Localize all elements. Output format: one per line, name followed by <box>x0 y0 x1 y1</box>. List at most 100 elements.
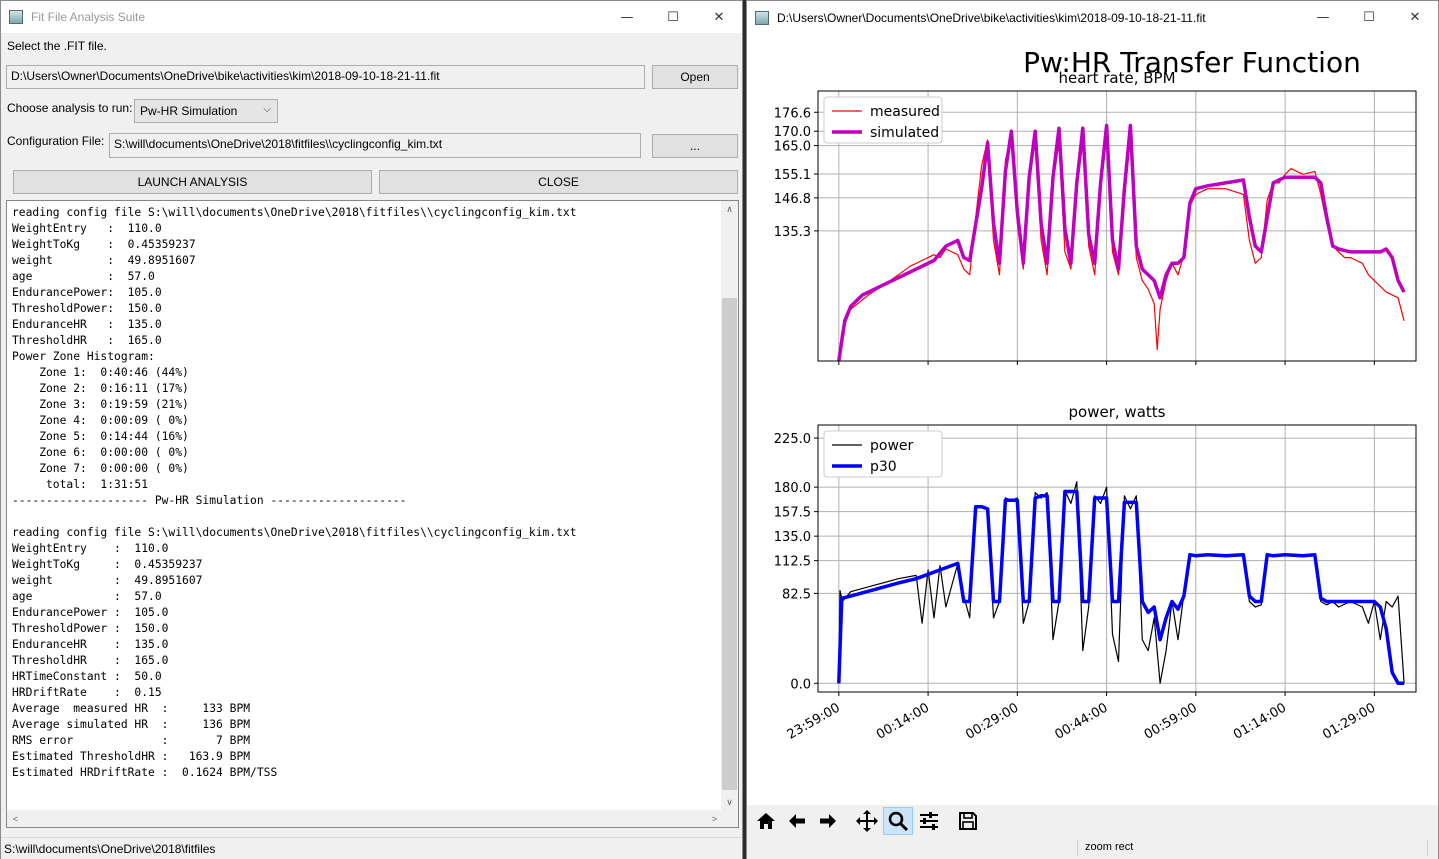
left-window-title: Fit File Analysis Suite <box>31 10 146 24</box>
x-tick-label: 01:29:00 <box>1320 700 1378 742</box>
plot-window: D:\Users\Owner\Documents\OneDrive\bike\a… <box>746 0 1439 859</box>
log-line: weight : 49.8951607 <box>12 254 196 267</box>
log-line: Average measured HR : 133 BPM <box>12 702 251 715</box>
log-line: weight : 49.8951607 <box>12 574 203 587</box>
y-tick-label: 165.0 <box>774 140 811 155</box>
y-tick-label: 135.0 <box>774 530 811 545</box>
log-line: HRTimeConstant : 50.0 <box>12 670 162 683</box>
log-line: WeightToKg : 0.45359237 <box>12 238 196 251</box>
figure-icon <box>755 11 769 25</box>
log-line: RMS error : 7 BPM <box>12 734 251 747</box>
axes-title: heart rate, BPM <box>1058 69 1175 87</box>
status-message: zoom rect <box>1085 841 1134 853</box>
y-tick-label: 82.5 <box>782 587 811 602</box>
log-horizontal-scrollbar[interactable]: < > <box>7 810 723 827</box>
minimize-icon[interactable]: — <box>1300 1 1346 33</box>
pw-hr-figure: Pw:HR Transfer Function135.3146.8155.116… <box>774 46 1417 743</box>
y-tick-label: 155.1 <box>774 168 811 183</box>
select-fit-label: Select the .FIT file. <box>7 39 107 53</box>
y-tick-label: 176.6 <box>774 106 811 121</box>
log-line: ThresholdPower: 150.0 <box>12 302 162 315</box>
legend-label: p30 <box>870 459 897 475</box>
y-tick-label: 112.5 <box>774 555 811 570</box>
log-line: Zone 5: 0:14:44 (16%) <box>12 430 189 443</box>
x-tick-label: 00:44:00 <box>1053 700 1111 742</box>
log-line: ThresholdHR : 165.0 <box>12 654 169 667</box>
navigation-toolbar <box>747 805 1438 837</box>
log-line: Zone 2: 0:16:11 (17%) <box>12 382 189 395</box>
x-tick-label: 01:14:00 <box>1231 700 1289 742</box>
log-line: Zone 7: 0:00:00 ( 0%) <box>12 462 189 475</box>
log-line: WeightEntry : 110.0 <box>12 222 162 235</box>
log-line: WeightToKg : 0.45359237 <box>12 558 203 571</box>
zoom-icon[interactable] <box>883 807 913 835</box>
close-button[interactable]: CLOSE <box>379 170 738 194</box>
log-line: WeightEntry : 110.0 <box>12 542 169 555</box>
x-tick-label: 23:59:00 <box>785 700 843 742</box>
log-line: age : 57.0 <box>12 590 162 603</box>
log-line: total: 1:31:51 <box>12 478 149 491</box>
analysis-select[interactable]: Pw-HR Simulation ⌵ <box>134 99 278 123</box>
figure-canvas[interactable]: Pw:HR Transfer Function 135.3 146.8 155.1 16… <box>747 35 1438 805</box>
pan-icon[interactable] <box>852 807 882 835</box>
forward-arrow-icon[interactable] <box>813 807 843 835</box>
fit-file-path-field[interactable]: D:\Users\Owner\Documents\OneDrive\bike\a… <box>6 65 645 89</box>
right-status-bar: zoom rect <box>747 837 1438 859</box>
maximize-icon[interactable]: ☐ <box>1346 1 1392 33</box>
log-vertical-scrollbar[interactable]: ∧ ∨ <box>721 201 738 811</box>
scroll-up-icon[interactable]: ∧ <box>721 201 738 218</box>
app-icon <box>9 10 23 24</box>
open-button[interactable]: Open <box>652 65 738 89</box>
config-label: Configuration File: <box>7 134 105 148</box>
log-line: -------------------- Pw-HR Simulation --… <box>12 494 407 507</box>
chevron-down-icon: ⌵ <box>263 104 271 115</box>
minimize-icon[interactable]: — <box>604 1 650 33</box>
log-line: Average simulated HR : 136 BPM <box>12 718 251 731</box>
left-status-bar: S:\will\documents\OneDrive\2018\fitfiles <box>1 837 742 859</box>
log-line: ThresholdPower : 150.0 <box>12 622 169 635</box>
right-title-bar[interactable]: D:\Users\Owner\Documents\OneDrive\bike\a… <box>747 1 1438 35</box>
left-title-bar[interactable]: Fit File Analysis Suite — ☐ ✕ <box>1 1 742 33</box>
y-tick-label: 225.0 <box>774 432 811 447</box>
y-tick-label: 157.5 <box>774 506 811 521</box>
log-line: EnduranceHR : 135.0 <box>12 318 162 331</box>
log-line: ThresholdHR : 165.0 <box>12 334 162 347</box>
close-icon[interactable]: ✕ <box>696 1 742 33</box>
home-icon[interactable] <box>751 807 781 835</box>
log-line: Zone 1: 0:40:46 (44%) <box>12 366 189 379</box>
legend-label: measured <box>870 104 940 120</box>
browse-config-button[interactable]: ... <box>652 134 738 158</box>
log-line: Zone 4: 0:00:09 ( 0%) <box>12 414 189 427</box>
scrollbar-corner <box>721 810 738 827</box>
configure-subplots-icon[interactable] <box>914 807 944 835</box>
y-tick-label: 135.3 <box>774 225 811 240</box>
save-icon[interactable] <box>953 807 983 835</box>
config-file-field[interactable]: S:\will\documents\OneDrive\2018\fitfiles… <box>109 133 641 158</box>
x-tick-label: 00:59:00 <box>1142 700 1200 742</box>
axes-title: power, watts <box>1069 403 1166 421</box>
y-tick-label: 180.0 <box>774 481 811 496</box>
x-tick-label: 00:29:00 <box>963 700 1021 742</box>
analysis-suite-window: Fit File Analysis Suite — ☐ ✕ Select the… <box>0 0 743 859</box>
log-line: Estimated ThresholdHR : 163.9 BPM <box>12 750 251 763</box>
log-line: reading config file S:\will\documents\On… <box>12 206 577 219</box>
maximize-icon[interactable]: ☐ <box>650 1 696 33</box>
legend-label: simulated <box>870 125 939 141</box>
y-tick-label: 0.0 <box>790 677 811 692</box>
y-tick-label: 146.8 <box>774 192 811 207</box>
log-line: Estimated HRDriftRate : 0.1624 BPM/TSS <box>12 766 278 779</box>
launch-analysis-button[interactable]: LAUNCH ANALYSIS <box>13 170 372 194</box>
scroll-down-icon[interactable]: ∨ <box>721 794 738 811</box>
analysis-label: Choose analysis to run: <box>7 101 133 115</box>
log-line: age : 57.0 <box>12 270 155 283</box>
y-tick-label: 170.0 <box>774 125 811 140</box>
scroll-left-icon[interactable]: < <box>7 810 24 827</box>
legend-label: power <box>870 438 914 454</box>
back-arrow-icon[interactable] <box>782 807 812 835</box>
log-line: reading config file S:\will\documents\On… <box>12 526 577 539</box>
output-log[interactable]: reading config file S:\will\documents\On… <box>6 200 739 828</box>
close-icon[interactable]: ✕ <box>1392 1 1438 33</box>
scrollbar-thumb[interactable] <box>722 298 737 790</box>
right-window-title: D:\Users\Owner\Documents\OneDrive\bike\a… <box>777 11 1206 25</box>
log-line: Zone 6: 0:00:00 ( 0%) <box>12 446 189 459</box>
